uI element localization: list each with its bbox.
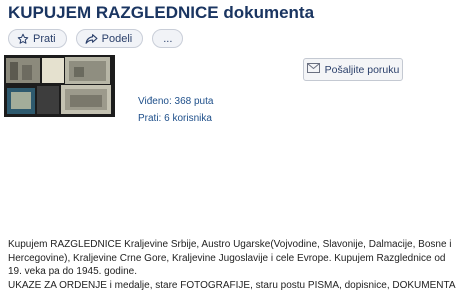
followers-count: Prati: 6 korisnika bbox=[138, 113, 212, 124]
description-paragraph: UKAZE ZA ORDENJE i medalje, stare FOTOGR… bbox=[8, 279, 456, 291]
listing-title: KUPUJEM RAZGLEDNICE dokumenta bbox=[8, 3, 315, 22]
description-paragraph: Kupujem RAZGLEDNICE Kraljevine Srbije, A… bbox=[8, 239, 452, 278]
follow-label: Prati bbox=[33, 32, 56, 45]
send-message-label: Pošaljite poruku bbox=[324, 63, 400, 76]
more-options-button[interactable]: ... bbox=[152, 29, 184, 48]
listing-description: Kupujem RAZGLEDNICE Kraljevine Srbije, A… bbox=[8, 238, 456, 292]
follow-button[interactable]: Prati bbox=[8, 29, 67, 48]
listing-stats: Viđeno: 368 puta Prati: 6 korisnika bbox=[138, 93, 213, 127]
action-bar: Prati Podeli ... bbox=[8, 29, 184, 48]
more-label: ... bbox=[163, 32, 173, 45]
listing-photo[interactable] bbox=[4, 55, 115, 117]
star-icon bbox=[17, 33, 29, 45]
views-count: Viđeno: 368 puta bbox=[138, 96, 214, 107]
share-label: Podeli bbox=[101, 32, 133, 45]
envelope-icon bbox=[306, 63, 320, 76]
send-message-button[interactable]: Pošaljite poruku bbox=[303, 58, 403, 81]
share-arrow-icon bbox=[85, 33, 98, 45]
share-button[interactable]: Podeli bbox=[75, 29, 144, 48]
